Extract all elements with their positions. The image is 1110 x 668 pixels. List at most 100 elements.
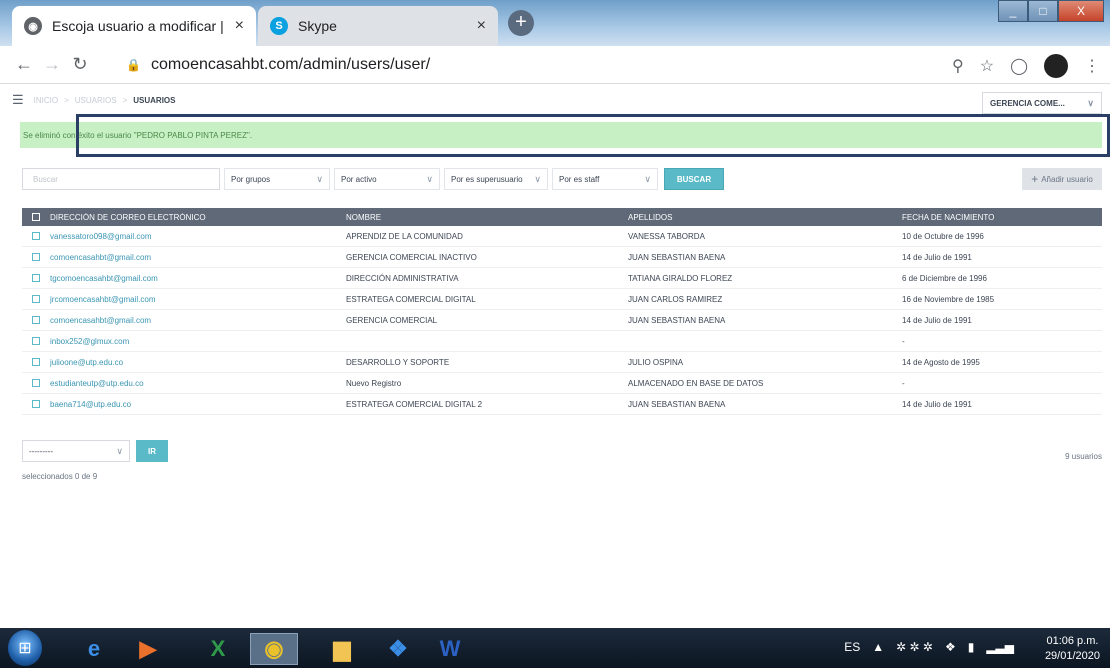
user-menu-button[interactable]: GERENCIA COME... ∨ xyxy=(982,92,1102,114)
row-checkbox[interactable] xyxy=(22,274,50,282)
tab-skype[interactable]: S Skype × xyxy=(258,6,498,46)
cell-fecha: 14 de Julio de 1991 xyxy=(902,399,972,409)
plus-icon: + xyxy=(1031,172,1039,186)
filter-superusuario[interactable]: Por es superusuario ∨ xyxy=(444,168,548,190)
signal-icon[interactable]: ▂▃▅ xyxy=(986,640,1014,654)
dropbox-tray-icon[interactable]: ❖ xyxy=(945,640,956,654)
avatar[interactable] xyxy=(1044,54,1068,78)
breadcrumb: ☰ INICIO > USUARIOS > USUARIOS xyxy=(12,88,1102,112)
toolbar: ← → ↻ 🔒 comoencasahbt.com/admin/users/us… xyxy=(0,46,1110,84)
dropbox-icon[interactable]: ❖ xyxy=(374,633,422,665)
column-apellidos[interactable]: APELLIDOS xyxy=(628,213,902,222)
filter-label: Por grupos xyxy=(231,174,271,184)
clock-date: 29/01/2020 xyxy=(1044,650,1100,662)
search-input[interactable]: Buscar xyxy=(22,168,220,190)
cell-apellidos: JUAN CARLOS RAMIREZ xyxy=(628,294,723,304)
filter-label: Por es superusuario xyxy=(451,174,523,184)
action-select[interactable]: --------- ∨ xyxy=(22,440,130,462)
cell-apellidos: JUAN SEBASTIAN BAENA xyxy=(628,315,726,325)
table-row: comoencasahbt@gmail.com GERENCIA COMERCIA… xyxy=(22,247,1102,268)
cell-nombre: DESARROLLO Y SOPORTE xyxy=(346,357,450,367)
ir-button[interactable]: IR xyxy=(136,440,168,462)
filter-staff[interactable]: Por es staff ∨ xyxy=(552,168,658,190)
menu-kebab-icon[interactable]: ⋮ xyxy=(1084,56,1100,76)
url-text: comoencasahbt.com/admin/users/user/ xyxy=(150,56,431,73)
cell-email[interactable]: inbox252@glmux.com xyxy=(50,337,346,346)
tab-label: Skype xyxy=(298,18,337,34)
cell-email[interactable]: tgcomoencasahbt@gmail.com xyxy=(50,274,346,283)
cell-fecha: 10 de Octubre de 1996 xyxy=(902,231,984,241)
add-user-button[interactable]: + Añadir usuario xyxy=(1022,168,1102,190)
cell-fecha: 6 de Diciembre de 1996 xyxy=(902,273,987,283)
cell-email[interactable]: julioone@utp.edu.co xyxy=(50,358,346,367)
tray-apps-icon[interactable]: ✲ ✲ ✲ xyxy=(896,640,933,654)
filter-grupos[interactable]: Por grupos ∨ xyxy=(224,168,330,190)
forward-icon[interactable]: → xyxy=(38,54,66,75)
hamburger-icon[interactable]: ☰ xyxy=(12,92,24,108)
chrome-icon[interactable]: ◉ xyxy=(250,633,298,665)
column-fecha[interactable]: FECHA DE NACIMIENTO xyxy=(902,213,1102,222)
cell-apellidos: JULIO OSPINA xyxy=(628,357,684,367)
folder-icon[interactable]: ▆ xyxy=(318,633,366,665)
row-checkbox[interactable] xyxy=(22,400,50,408)
address-bar[interactable]: 🔒 comoencasahbt.com/admin/users/user/ xyxy=(126,50,906,80)
cell-fecha: - xyxy=(902,378,905,388)
tab-admin[interactable]: ◉ Escoja usuario a modificar | Sitio × xyxy=(12,6,256,46)
row-checkbox[interactable] xyxy=(22,358,50,366)
cell-fecha: 14 de Agosto de 1995 xyxy=(902,357,980,367)
reload-icon[interactable]: ↻ xyxy=(66,54,94,75)
breadcrumb-usuarios-current: USUARIOS xyxy=(133,95,176,105)
row-checkbox[interactable] xyxy=(22,232,50,240)
table-row: tgcomoencasahbt@gmail.com DIRECCIÓN ADMIN… xyxy=(22,268,1102,289)
filter-label: Por activo xyxy=(341,174,377,184)
cell-email[interactable]: baena714@utp.edu.co xyxy=(50,400,346,409)
column-email[interactable]: DIRECCIÓN DE CORREO ELECTRÓNICO xyxy=(50,213,346,222)
filter-activo[interactable]: Por activo ∨ xyxy=(334,168,440,190)
extension-icon[interactable]: ◯ xyxy=(1010,56,1028,76)
back-icon[interactable]: ← xyxy=(10,54,38,75)
search-button[interactable]: BUSCAR xyxy=(664,168,724,190)
breadcrumb-usuarios-app[interactable]: USUARIOS xyxy=(75,96,117,105)
excel-icon[interactable]: X xyxy=(194,633,242,665)
breadcrumb-separator: > xyxy=(122,95,128,105)
cell-email[interactable]: jrcomoencasahbt@gmail.com xyxy=(50,295,346,304)
close-window-button[interactable]: X xyxy=(1058,0,1104,22)
media-player-icon[interactable]: ▶ xyxy=(124,633,172,665)
bookmark-star-icon[interactable]: ☆ xyxy=(980,56,994,76)
skype-icon: S xyxy=(270,17,288,35)
table-row: vanessatoro098@gmail.com APRENDIZ DE LA C… xyxy=(22,226,1102,247)
browser-window: ◉ Escoja usuario a modificar | Sitio × S… xyxy=(0,0,1110,628)
start-button[interactable]: ⊞ xyxy=(8,630,42,666)
row-checkbox[interactable] xyxy=(22,337,50,345)
cell-email[interactable]: estudianteutp@utp.edu.co xyxy=(50,379,346,388)
row-checkbox[interactable] xyxy=(22,253,50,261)
battery-icon[interactable]: ▮ xyxy=(968,640,975,654)
clock[interactable]: 01:06 p.m. 29/01/2020 xyxy=(1045,634,1100,664)
cell-email[interactable]: comoencasahbt@gmail.com xyxy=(50,253,346,262)
action-value: --------- xyxy=(29,446,53,456)
close-tab-icon[interactable]: × xyxy=(235,17,244,35)
cell-email[interactable]: vanessatoro098@gmail.com xyxy=(50,232,346,241)
system-tray: ES ▲ ✲ ✲ ✲ ❖ ▮ ▂▃▅ xyxy=(844,640,1014,654)
cell-nombre: Nuevo Registro xyxy=(346,378,402,388)
internet-explorer-icon[interactable]: e xyxy=(70,633,118,665)
tray-arrow-icon[interactable]: ▲ xyxy=(872,640,884,654)
minimize-button[interactable]: _ xyxy=(998,0,1028,22)
tab-strip: ◉ Escoja usuario a modificar | Sitio × S… xyxy=(0,0,1110,46)
new-tab-button[interactable]: + xyxy=(508,10,534,36)
row-checkbox[interactable] xyxy=(22,379,50,387)
close-tab-icon[interactable]: × xyxy=(477,17,486,35)
breadcrumb-inicio[interactable]: INICIO xyxy=(34,96,58,105)
chevron-down-icon: ∨ xyxy=(644,173,651,184)
word-icon[interactable]: W xyxy=(426,633,474,665)
language-indicator[interactable]: ES xyxy=(844,640,860,654)
column-nombre[interactable]: NOMBRE xyxy=(346,213,628,222)
row-checkbox[interactable] xyxy=(22,316,50,324)
zoom-icon[interactable]: ⚲ xyxy=(952,56,964,76)
table-row: baena714@utp.edu.co ESTRATEGA COMERCIAL D… xyxy=(22,394,1102,415)
select-all-checkbox[interactable] xyxy=(22,213,50,221)
maximize-button[interactable]: □ xyxy=(1028,0,1058,22)
cell-email[interactable]: comoencasahbt@gmail.com xyxy=(50,316,346,325)
filter-label: Por es staff xyxy=(559,174,600,184)
row-checkbox[interactable] xyxy=(22,295,50,303)
